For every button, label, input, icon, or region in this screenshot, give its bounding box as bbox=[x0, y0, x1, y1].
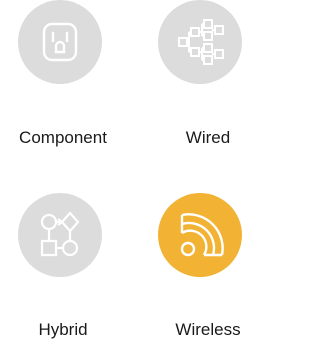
wireless-label: Wireless bbox=[175, 320, 241, 339]
wireless-signal-icon bbox=[158, 193, 242, 277]
wireless-circle[interactable] bbox=[158, 193, 242, 277]
hybrid-label: Hybrid bbox=[38, 320, 88, 339]
wired-circle[interactable] bbox=[158, 0, 242, 84]
electrical-outlet-icon bbox=[18, 0, 102, 84]
wired-label: Wired bbox=[185, 128, 231, 147]
component-label: Component bbox=[19, 128, 107, 147]
component-circle[interactable] bbox=[18, 0, 102, 84]
wired-network-tree-icon bbox=[158, 0, 242, 84]
hybrid-circle[interactable] bbox=[18, 193, 102, 277]
hybrid-flowchart-icon bbox=[18, 193, 102, 277]
